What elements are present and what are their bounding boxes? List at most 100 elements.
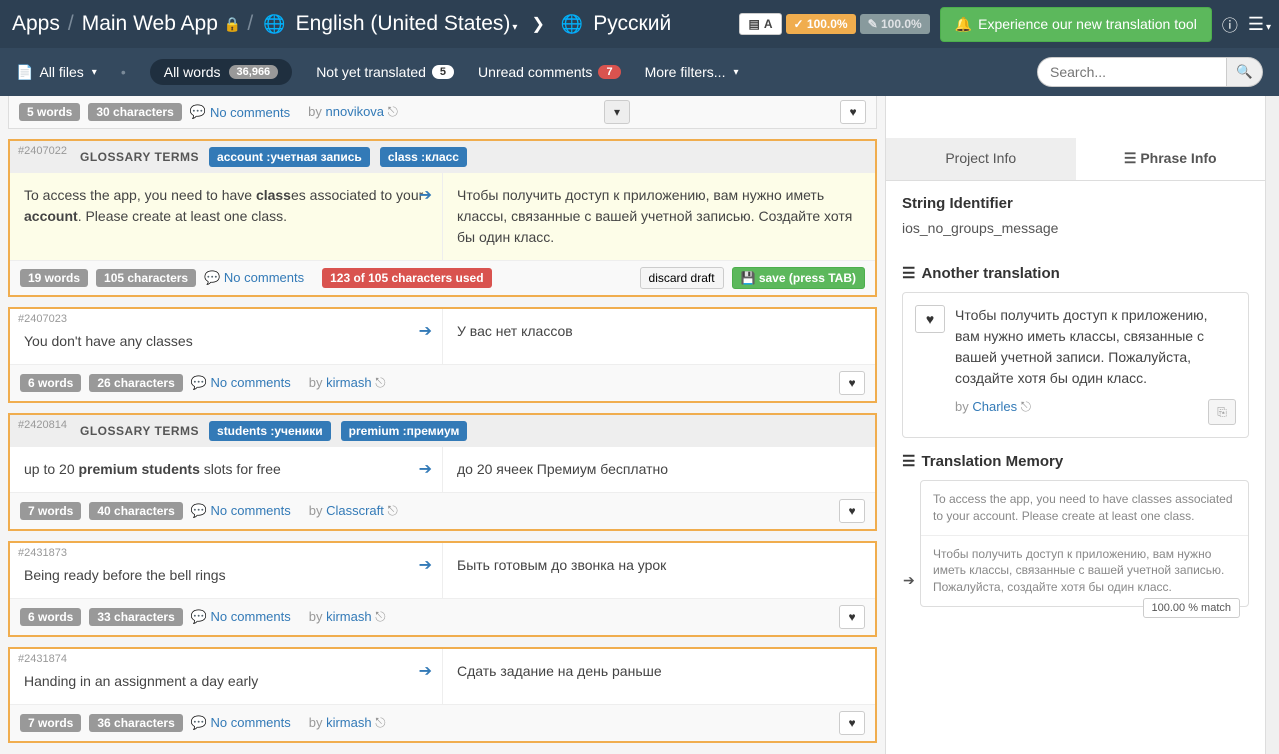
copy-source-button[interactable]: ➔ xyxy=(419,321,432,341)
word-count: 5 words xyxy=(19,103,80,121)
glossary-term[interactable]: account :учетная запись xyxy=(209,147,370,167)
list-icon: ☰ xyxy=(902,264,915,282)
author-link[interactable]: nnovikova xyxy=(326,104,385,119)
favorite-button[interactable]: ♥ xyxy=(840,100,866,124)
target-text[interactable]: Быть готовым до звонка на урок xyxy=(457,555,861,576)
scrollbar[interactable] xyxy=(1265,96,1279,754)
separator: / xyxy=(247,12,253,36)
char-count: 105 characters xyxy=(96,269,196,287)
favorite-button[interactable]: ♥ xyxy=(839,605,865,629)
phrase-card[interactable]: #2420814 GLOSSARY TERMSstudents :ученики… xyxy=(8,413,877,531)
menu-icon[interactable]: ☰▾ xyxy=(1248,14,1271,35)
all-words-filter[interactable]: All words 36,966 xyxy=(150,59,292,85)
favorite-button[interactable]: ♥ xyxy=(839,499,865,523)
comments-link[interactable]: 💬 No comments xyxy=(204,270,304,286)
target-text[interactable]: до 20 ячеек Премиум бесплатно xyxy=(457,459,861,480)
menu-icon: ☰ xyxy=(1124,150,1137,166)
word-count: 7 words xyxy=(20,714,81,732)
chevron-right-icon: ❯ xyxy=(531,14,544,34)
phrases-list: 5 words 30 characters 💬 No comments by n… xyxy=(0,96,885,754)
breadcrumb-target-lang[interactable]: Русский xyxy=(593,12,671,36)
breadcrumb-apps[interactable]: Apps xyxy=(12,12,60,36)
copy-source-button[interactable]: ➔ xyxy=(419,661,432,681)
author-link[interactable]: kirmash xyxy=(326,609,372,624)
tm-source-text: To access the app, you need to have clas… xyxy=(921,481,1248,536)
not-translated-count: 5 xyxy=(432,65,454,79)
translated-badge[interactable]: ✓ 100.0% xyxy=(786,14,856,34)
phrase-id: #2407022 xyxy=(18,145,67,157)
chevron-down-icon: ▾ xyxy=(92,67,97,78)
copy-source-button[interactable]: ➔ xyxy=(419,459,432,479)
favorite-button[interactable]: ♥ xyxy=(915,305,945,333)
comments-link[interactable]: 💬 No comments xyxy=(191,503,291,519)
author-link[interactable]: Charles xyxy=(972,399,1017,414)
comments-link[interactable]: 💬 No comments xyxy=(191,375,291,391)
sidebar-tabs: Project Info ☰ Phrase Info xyxy=(886,138,1265,181)
breadcrumb-source-lang[interactable]: English (United States)▾ xyxy=(296,12,518,36)
view-toggle[interactable]: ▤ A xyxy=(739,13,781,35)
progress-badges: ▤ A ✓ 100.0% ✎ 100.0% xyxy=(739,13,929,35)
reviewed-badge[interactable]: ✎ 100.0% xyxy=(860,14,930,34)
translation-memory-header: ☰ Translation Memory xyxy=(902,452,1249,470)
search-button[interactable]: 🔍 xyxy=(1227,57,1263,87)
external-icon: ⎋ xyxy=(1021,399,1031,414)
translation-memory-box: To access the app, you need to have clas… xyxy=(920,480,1249,607)
search-input[interactable] xyxy=(1037,57,1227,87)
not-translated-filter[interactable]: Not yet translated 5 xyxy=(316,64,454,80)
copy-button[interactable]: ⎘ xyxy=(1208,399,1236,425)
author-link[interactable]: Classcraft xyxy=(326,503,384,518)
word-count: 6 words xyxy=(20,374,81,392)
unread-comments-filter[interactable]: Unread comments 7 xyxy=(478,64,621,80)
target-text[interactable]: У вас нет классов xyxy=(457,321,861,342)
external-icon: ⎋ xyxy=(388,503,398,518)
tab-project-info[interactable]: Project Info xyxy=(886,138,1076,180)
all-words-count: 36,966 xyxy=(229,65,279,79)
copy-source-button[interactable]: ➔ xyxy=(419,185,432,205)
comments-link[interactable]: 💬 No comments xyxy=(191,609,291,625)
list-icon: ☰ xyxy=(902,452,915,470)
dropdown-button[interactable]: ▾ xyxy=(604,100,630,124)
save-button[interactable]: 💾 save (press TAB) xyxy=(732,267,865,289)
match-badge: 100.00 % match xyxy=(1143,598,1241,618)
copy-source-button[interactable]: ➔ xyxy=(419,555,432,575)
char-count: 40 characters xyxy=(89,502,182,520)
target-text[interactable]: Сдать задание на день раньше xyxy=(457,661,861,682)
target-text[interactable]: Чтобы получить доступ к приложению, вам … xyxy=(457,185,861,248)
experience-button[interactable]: 🔔 Experience our new translation tool xyxy=(940,7,1212,42)
glossary-term[interactable]: students :ученики xyxy=(209,421,331,441)
glossary-term[interactable]: premium :премиум xyxy=(341,421,468,441)
breadcrumb-project[interactable]: Main Web App xyxy=(82,12,218,36)
another-translation-text: Чтобы получить доступ к приложению, вам … xyxy=(955,305,1236,389)
source-text: Being ready before the bell rings xyxy=(24,565,428,586)
breadcrumb: Apps / Main Web App 🔒 / 🌐 English (Unite… xyxy=(8,12,675,36)
author-link[interactable]: kirmash xyxy=(326,715,372,730)
more-filters[interactable]: More filters... ▾ xyxy=(645,64,739,80)
phrase-card[interactable]: #2407022 GLOSSARY TERMS account :учетная … xyxy=(8,139,877,297)
char-used-badge: 123 of 105 characters used xyxy=(322,268,491,288)
comments-link[interactable]: 💬 No comments xyxy=(190,104,290,120)
phrase-id: #2420814 xyxy=(18,419,67,431)
favorite-button[interactable]: ♥ xyxy=(839,371,865,395)
phrase-card-partial: 5 words 30 characters 💬 No comments by n… xyxy=(8,96,877,129)
phrase-card[interactable]: #2431874 Handing in an assignment a day … xyxy=(8,647,877,743)
phrase-card[interactable]: #2431873 Being ready before the bell rin… xyxy=(8,541,877,637)
phrase-card[interactable]: #2407023 You don't have any classes ➔ У … xyxy=(8,307,877,403)
globe-icon: 🌐 xyxy=(263,14,285,35)
unread-count: 7 xyxy=(598,65,620,79)
another-translation-box: ♥ Чтобы получить доступ к приложению, ва… xyxy=(902,292,1249,438)
tab-phrase-info[interactable]: ☰ Phrase Info xyxy=(1076,138,1266,180)
favorite-button[interactable]: ♥ xyxy=(839,711,865,735)
string-identifier-label: String Identifier xyxy=(902,195,1249,212)
char-count: 33 characters xyxy=(89,608,182,626)
tm-target-text: ➔ Чтобы получить доступ к приложению, ва… xyxy=(921,536,1248,606)
comments-link[interactable]: 💬 No comments xyxy=(191,715,291,731)
author-link[interactable]: kirmash xyxy=(326,375,372,390)
another-translation-header: ☰ Another translation xyxy=(902,264,1249,282)
all-files-filter[interactable]: 📄 All files ▾ xyxy=(16,64,97,81)
info-icon[interactable]: ⓘ xyxy=(1222,12,1238,36)
glossary-term[interactable]: class :класс xyxy=(380,147,467,167)
discard-button[interactable]: discard draft xyxy=(640,267,724,289)
char-count: 26 characters xyxy=(89,374,182,392)
glossary-label: GLOSSARY TERMS xyxy=(80,150,199,164)
external-icon: ⎋ xyxy=(375,609,385,624)
